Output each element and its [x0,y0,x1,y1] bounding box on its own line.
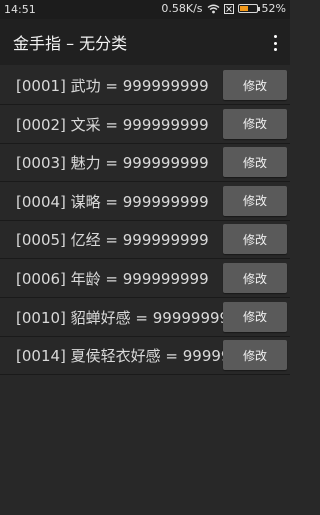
cheat-label: [0003] 魅力 = 999999999 [16,154,209,173]
modify-button[interactable]: 修改 [223,108,287,139]
modify-button[interactable]: 修改 [223,340,287,371]
modify-button[interactable]: 修改 [223,70,287,100]
list-item: [0004] 谋略 = 999999999 修改 [0,183,290,221]
modify-button[interactable]: 修改 [223,224,287,255]
app-bar: 金手指 – 无分类 [0,19,290,65]
page-title: 金手指 – 无分类 [13,34,128,53]
no-sim-icon [223,3,234,14]
list-item: [0002] 文采 = 999999999 修改 [0,106,290,144]
modify-button[interactable]: 修改 [223,185,287,216]
menu-dot [273,35,277,38]
status-time: 14:51 [4,3,36,16]
list-item: [0010] 貂蝉好感 = 999999999 修改 [0,299,290,337]
wifi-icon [207,4,220,14]
cheat-label: [0006] 年龄 = 999999999 [16,270,209,288]
list-item: [0006] 年龄 = 999999999 修改 [0,260,290,298]
cheat-label: [0004] 谋略 = 999999999 [16,192,209,211]
battery-icon [237,4,260,13]
network-speed: 0.58K/s [161,2,203,15]
status-bar: 14:51 0.58K/s 52% [0,0,290,19]
modify-button[interactable]: 修改 [223,147,287,178]
modify-button[interactable]: 修改 [223,301,287,332]
overflow-menu-icon[interactable] [272,35,278,51]
battery-fill [239,6,248,11]
list-item: [0014] 夏侯轻衣好感 = 999999999 修改 [0,337,290,376]
cheat-label: [0001] 武功 = 999999999 [16,77,209,95]
battery-percent: 52% [261,2,286,15]
list-item: [0003] 魅力 = 999999999 修改 [0,144,290,183]
status-right: 0.58K/s 52% [161,2,286,15]
list-item: [0001] 武功 = 999999999 修改 [0,67,290,105]
cheat-label: [0010] 貂蝉好感 = 999999999 [16,308,239,327]
modify-button[interactable]: 修改 [223,263,287,293]
menu-dot [273,41,277,45]
menu-dot [273,48,277,51]
cheat-label: [0002] 文采 = 999999999 [16,115,209,134]
list-item: [0005] 亿经 = 999999999 修改 [0,221,290,260]
cheat-label: [0005] 亿经 = 999999999 [16,231,209,250]
